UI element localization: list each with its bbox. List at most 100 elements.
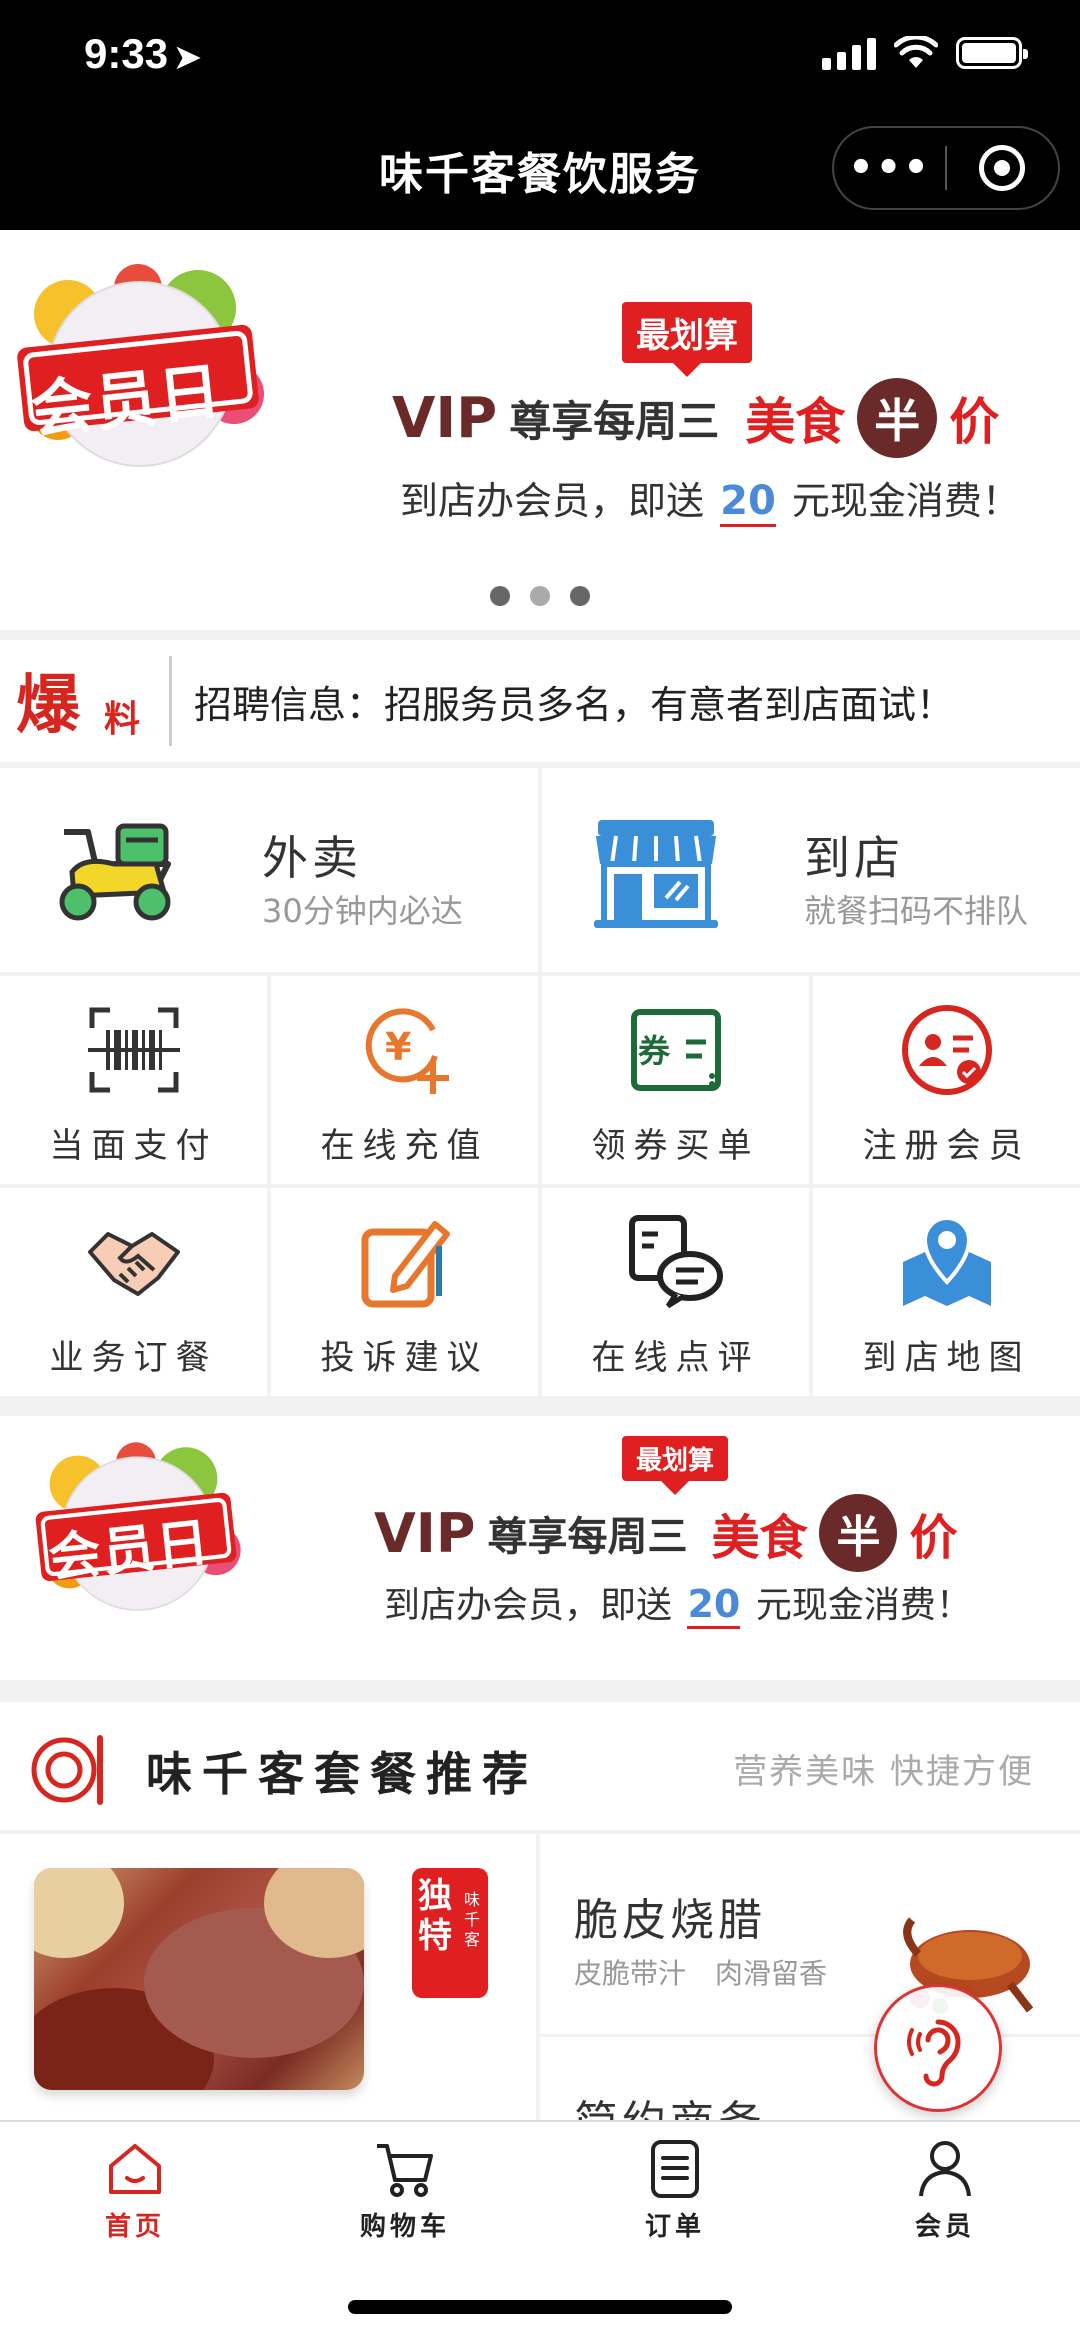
- customer-service-button[interactable]: [874, 1984, 1002, 2112]
- delivery-card[interactable]: 外卖 30分钟内必达: [0, 768, 538, 972]
- announcement-bar[interactable]: 爆 料 招聘信息：招服务员多名，有意者到店面试！: [0, 640, 1080, 762]
- carousel-dot-active: [490, 586, 510, 606]
- vip-sub-prefix: 到店办会员，即送: [400, 479, 705, 523]
- vip-label: VIP: [392, 385, 498, 451]
- dine-in-subtitle: 就餐扫码不排队: [804, 892, 1029, 930]
- tab-home[interactable]: 首页: [0, 2136, 270, 2256]
- miniprogram-capsule: •••: [832, 126, 1060, 210]
- vip-weekday-text: 尊享每周三: [509, 396, 720, 446]
- product-title-roast: 脆皮烧腊: [574, 1895, 766, 1946]
- coupon-icon: 券: [630, 1009, 721, 1091]
- half-badge: 半: [857, 378, 938, 458]
- vip-sub-amount-secondary: 20: [687, 1582, 741, 1629]
- vip-label-secondary: VIP: [374, 1501, 476, 1565]
- grid-label-coupon: 领券买单: [591, 1126, 760, 1166]
- dine-in-title: 到店: [804, 831, 904, 885]
- unique-badge-small: 味千客: [464, 1890, 481, 1949]
- function-grid: 当面支付 ¥ 在线充值 券 领券买单 注册会员 业务订餐 投诉建议 在线点评 到…: [0, 976, 1080, 1396]
- dine-in-card[interactable]: 到店 就餐扫码不排队: [542, 768, 1080, 972]
- recommend-section-header: 味千客套餐推荐 营养美味 快捷方便: [0, 1702, 1080, 1830]
- cart-icon: [377, 2144, 433, 2197]
- best-deal-tag-text-secondary: 最划算: [622, 1436, 729, 1495]
- product-subtitle-roast: 皮脆带汁 肉滑留香: [574, 1957, 827, 1990]
- member-card-icon: [901, 1005, 992, 1095]
- dish-icon: [31, 1735, 103, 1805]
- featured-product-photo: [34, 1868, 364, 2090]
- tab-member[interactable]: 会员: [810, 2136, 1080, 2256]
- user-icon: [919, 2141, 971, 2197]
- carousel-dot: [570, 586, 590, 606]
- food-label-secondary: 美食: [711, 1510, 808, 1566]
- best-deal-tag-secondary: 最划算: [622, 1436, 729, 1495]
- featured-product-card[interactable]: 独特 味千客: [0, 1834, 536, 2124]
- tab-orders-label: 订单: [644, 2212, 705, 2242]
- carousel-dot: [530, 586, 550, 606]
- barcode-scan-icon: [87, 1007, 180, 1093]
- tab-cart-label: 购物车: [359, 2212, 450, 2242]
- vip-subline: 到店办会员，即送 20 元现金消费！: [400, 470, 1020, 527]
- price-label: 价: [949, 393, 1000, 451]
- product-side-list: 脆皮烧腊 皮脆带汁 肉滑留香 简约商务: [540, 1834, 1080, 2124]
- grid-item-map[interactable]: 到店地图: [813, 1188, 1080, 1396]
- wifi-icon: [894, 36, 938, 68]
- battery-icon: [956, 37, 1028, 69]
- yen-recharge-icon: ¥: [365, 1008, 449, 1094]
- target-icon: [979, 145, 1026, 191]
- map-pin-icon: [902, 1215, 991, 1306]
- grid-item-feedback[interactable]: 投诉建议: [271, 1188, 538, 1396]
- storefront-icon: [594, 820, 718, 928]
- hot-news-badge: 爆 料: [12, 656, 172, 746]
- location-arrow-icon: ➤: [174, 39, 201, 75]
- price-label-secondary: 价: [909, 1510, 958, 1566]
- grid-item-catering[interactable]: 业务订餐: [0, 1188, 267, 1396]
- unique-badge: 独特 味千客: [412, 1868, 488, 1998]
- svg-text:券: 券: [638, 1032, 671, 1070]
- announcement-text: 招聘信息：招服务员多名，有意者到店面试！: [194, 682, 955, 727]
- top-bar: 9:33 ➤ 味千客餐饮服务 •••: [0, 0, 1080, 230]
- status-time: 9:33 ➤: [84, 30, 201, 78]
- vip-subline-secondary: 到店办会员，即送 20 元现金消费！: [384, 1576, 972, 1629]
- best-deal-tag-text: 最划算: [622, 302, 752, 377]
- vip-sub-prefix-secondary: 到店办会员，即送: [384, 1585, 673, 1626]
- grid-label-map: 到店地图: [862, 1338, 1031, 1378]
- vip-banner-carousel[interactable]: 会员日 最划算 VIP 尊享每周三 美食 半 价 到店办会员，即送 20 元现金…: [0, 230, 1080, 630]
- grid-label-catering: 业务订餐: [49, 1338, 218, 1378]
- product-title-business: 简约商务: [574, 2097, 766, 2124]
- food-label: 美食: [745, 393, 846, 451]
- grid-item-coupon[interactable]: 券 领券买单: [542, 976, 809, 1184]
- grid-label-recharge: 在线充值: [320, 1126, 489, 1166]
- scooter-icon: [59, 823, 171, 921]
- svg-text:¥: ¥: [385, 1025, 411, 1069]
- tab-home-label: 首页: [104, 2212, 165, 2242]
- status-icons: [822, 36, 1028, 70]
- order-list-icon: [651, 2140, 699, 2198]
- delivery-title: 外卖: [262, 831, 362, 885]
- vip-headline-secondary: VIP 尊享每周三 美食 半 价: [374, 1494, 958, 1572]
- close-miniprogram-button[interactable]: [947, 145, 1058, 191]
- grid-item-pay[interactable]: 当面支付: [0, 976, 267, 1184]
- section-title: 味千客套餐推荐: [146, 1747, 538, 1801]
- home-indicator: [348, 2300, 732, 2314]
- hot-news-badge-small: 料: [104, 698, 141, 740]
- more-button[interactable]: •••: [834, 145, 945, 191]
- edit-note-icon: [361, 1221, 450, 1308]
- status-time-text: 9:33: [84, 30, 169, 77]
- section-tagline: 营养美味 快捷方便: [733, 1752, 1034, 1792]
- review-chat-icon: [628, 1215, 723, 1309]
- best-deal-tag: 最划算: [622, 302, 752, 377]
- handshake-icon: [87, 1232, 180, 1296]
- grid-label-pay: 当面支付: [49, 1126, 218, 1166]
- grid-item-review[interactable]: 在线点评: [542, 1188, 809, 1396]
- vip-banner-secondary[interactable]: 会员日 最划算 VIP 尊享每周三 美食 半 价 到店办会员，即送 20 元现金…: [0, 1416, 1080, 1680]
- grid-label-register: 注册会员: [862, 1126, 1031, 1166]
- cellular-signal-icon: [822, 36, 876, 70]
- carousel-dots: [0, 586, 1080, 606]
- tab-cart[interactable]: 购物车: [270, 2136, 540, 2256]
- grid-item-recharge[interactable]: ¥ 在线充值: [271, 976, 538, 1184]
- vip-sub-suffix: 元现金消费！: [791, 479, 1020, 523]
- tab-orders[interactable]: 订单: [540, 2136, 810, 2256]
- tab-member-label: 会员: [914, 2212, 975, 2242]
- grid-item-register[interactable]: 注册会员: [813, 976, 1080, 1184]
- vip-sub-suffix-secondary: 元现金消费！: [755, 1585, 972, 1626]
- hot-news-badge-big: 爆: [16, 668, 80, 743]
